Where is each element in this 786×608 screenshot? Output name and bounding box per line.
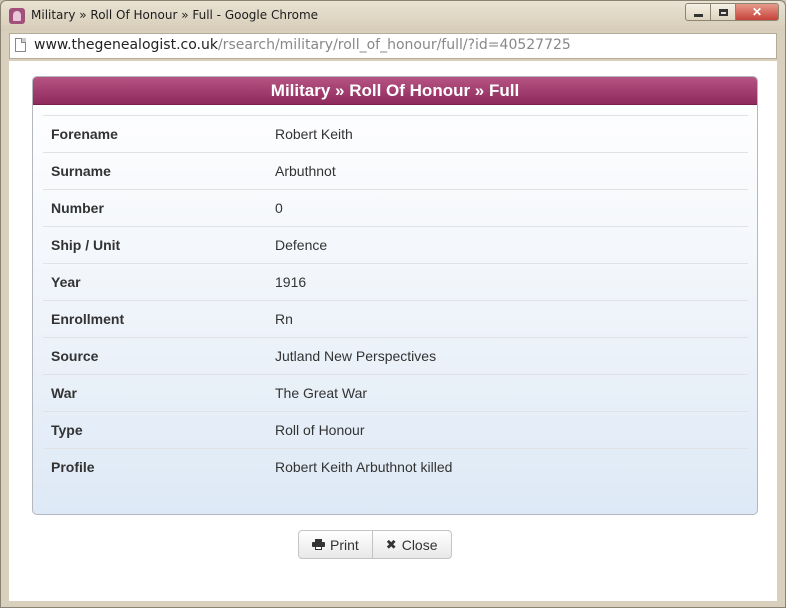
table-row: War The Great War <box>43 374 748 411</box>
title-bar[interactable]: Military » Roll Of Honour » Full - Googl… <box>1 1 785 31</box>
table-row: Surname Arbuthnot <box>43 152 748 189</box>
browser-popup-window: Military » Roll Of Honour » Full - Googl… <box>0 0 786 608</box>
close-x-icon: ✖ <box>385 536 397 552</box>
close-button[interactable]: ✖ Close <box>371 530 452 559</box>
window-close-button[interactable]: ✕ <box>735 3 779 21</box>
field-label: Type <box>51 422 83 438</box>
field-value: Jutland New Perspectives <box>275 348 437 364</box>
action-buttons: Print ✖ Close <box>298 530 452 559</box>
table-row: Ship / Unit Defence <box>43 226 748 263</box>
table-row: Enrollment Rn <box>43 300 748 337</box>
page-content: Military » Roll Of Honour » Full Forenam… <box>9 61 777 601</box>
field-label: Profile <box>51 459 95 475</box>
url-text[interactable]: www.thegenealogist.co.uk/rsearch/militar… <box>34 37 571 53</box>
field-label: Forename <box>51 126 118 142</box>
minimize-icon <box>693 13 703 17</box>
print-button-label: Print <box>330 536 359 553</box>
window-controls: ✕ <box>685 3 779 21</box>
field-value: The Great War <box>275 385 368 401</box>
field-label: Ship / Unit <box>51 237 121 253</box>
app-icon <box>9 8 25 24</box>
url-host: www.thegenealogist.co.uk <box>34 37 218 53</box>
maximize-icon <box>718 8 728 16</box>
field-value: Robert Keith <box>275 126 353 142</box>
table-row: Forename Robert Keith <box>43 115 748 152</box>
table-row: Year 1916 <box>43 263 748 300</box>
field-value: Defence <box>275 237 328 253</box>
field-label: Source <box>51 348 99 364</box>
field-label: Surname <box>51 163 111 179</box>
table-row: Number 0 <box>43 189 748 226</box>
field-value: Arbuthnot <box>275 163 336 179</box>
table-row: Source Jutland New Perspectives <box>43 337 748 374</box>
field-label: Year <box>51 274 81 290</box>
url-path: /rsearch/military/roll_of_honour/full/?i… <box>217 37 571 53</box>
field-value: Rn <box>275 311 293 327</box>
field-value: Roll of Honour <box>275 422 365 438</box>
field-label: Number <box>51 200 104 216</box>
field-value: 1916 <box>275 274 307 290</box>
field-value: 0 <box>275 200 283 216</box>
printer-icon <box>312 539 325 550</box>
address-bar[interactable]: www.thegenealogist.co.uk/rsearch/militar… <box>9 33 777 59</box>
field-label: Enrollment <box>51 311 125 327</box>
minimize-button[interactable] <box>685 3 711 21</box>
page-icon <box>15 38 26 52</box>
field-label: War <box>51 385 77 401</box>
maximize-button[interactable] <box>710 3 736 21</box>
window-title: Military » Roll Of Honour » Full - Googl… <box>31 8 319 22</box>
panel-title: Military » Roll Of Honour » Full <box>33 77 757 105</box>
record-table: Forename Robert Keith Surname Arbuthnot … <box>43 115 748 485</box>
record-panel: Military » Roll Of Honour » Full Forenam… <box>32 76 758 515</box>
close-button-label: Close <box>401 536 438 553</box>
close-icon: ✕ <box>751 5 763 19</box>
field-value: Robert Keith Arbuthnot killed <box>275 459 453 475</box>
table-row: Type Roll of Honour <box>43 411 748 448</box>
table-row: Profile Robert Keith Arbuthnot killed <box>43 448 748 485</box>
print-button[interactable]: Print <box>298 530 373 559</box>
